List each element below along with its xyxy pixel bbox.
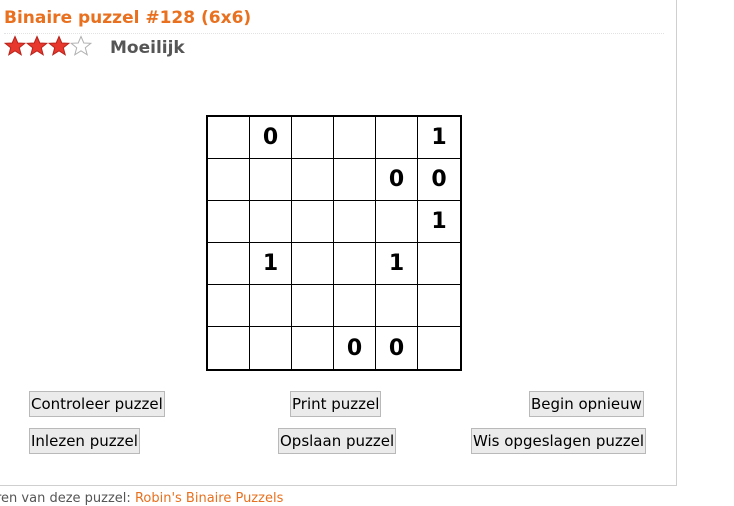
grid-cell[interactable] — [376, 285, 418, 327]
footer-text: ren van deze puzzel: — [0, 491, 135, 506]
grid-cell[interactable]: 1 — [418, 117, 460, 159]
grid-cell[interactable]: 0 — [376, 327, 418, 369]
grid-cell[interactable]: 0 — [418, 159, 460, 201]
grid-cell[interactable] — [292, 285, 334, 327]
save-puzzle-button[interactable]: Opslaan puzzel — [278, 428, 397, 454]
grid-cell[interactable] — [250, 159, 292, 201]
grid-cell[interactable]: 0 — [376, 159, 418, 201]
grid-cell[interactable] — [334, 243, 376, 285]
print-puzzle-button[interactable]: Print puzzel — [290, 391, 382, 417]
grid-cell[interactable] — [208, 117, 250, 159]
page-title: Binaire puzzel #128 (6x6) — [4, 8, 252, 28]
grid-cell[interactable] — [208, 243, 250, 285]
grid-cell[interactable] — [292, 117, 334, 159]
grid-cell[interactable] — [208, 201, 250, 243]
grid-cell[interactable]: 1 — [376, 243, 418, 285]
restart-puzzle-button[interactable]: Begin opnieuw — [529, 391, 644, 417]
grid-cell[interactable] — [418, 243, 460, 285]
grid-cell[interactable] — [292, 201, 334, 243]
difficulty-label: Moeilijk — [110, 38, 185, 58]
grid-cell[interactable] — [208, 159, 250, 201]
grid-cell[interactable] — [208, 327, 250, 369]
star-filled-icon — [26, 35, 48, 56]
grid-cell[interactable]: 1 — [418, 201, 460, 243]
grid-cell[interactable] — [208, 285, 250, 327]
check-puzzle-button[interactable]: Controleer puzzel — [29, 391, 165, 417]
puzzle-panel: Binaire puzzel #128 (6x6) Moeilijk 01001… — [0, 0, 677, 486]
grid-cell[interactable] — [334, 201, 376, 243]
star-filled-icon — [4, 35, 26, 56]
grid-cell[interactable] — [418, 327, 460, 369]
grid-cell[interactable] — [334, 285, 376, 327]
grid-cell[interactable] — [292, 327, 334, 369]
grid-cell[interactable] — [250, 201, 292, 243]
grid-cell[interactable] — [376, 201, 418, 243]
grid-cell[interactable] — [250, 327, 292, 369]
grid-cell[interactable]: 1 — [250, 243, 292, 285]
grid-cell[interactable] — [292, 159, 334, 201]
grid-cell[interactable]: 0 — [250, 117, 292, 159]
grid-cell[interactable] — [292, 243, 334, 285]
grid-cell[interactable]: 0 — [334, 327, 376, 369]
load-puzzle-button[interactable]: Inlezen puzzel — [29, 428, 140, 454]
star-filled-icon — [48, 35, 70, 56]
grid-cell[interactable] — [376, 117, 418, 159]
clear-saved-puzzle-button[interactable]: Wis opgeslagen puzzel — [471, 428, 647, 454]
grid-cell[interactable] — [418, 285, 460, 327]
footer-credit: ren van deze puzzel: Robin's Binaire Puz… — [0, 491, 283, 506]
difficulty-rating — [4, 34, 92, 58]
grid-cell[interactable] — [334, 159, 376, 201]
puzzle-grid: 010011100 — [206, 115, 462, 371]
star-empty-icon — [70, 35, 92, 56]
footer-link[interactable]: Robin's Binaire Puzzels — [135, 491, 283, 506]
grid-cell[interactable] — [334, 117, 376, 159]
title-divider — [4, 33, 664, 34]
grid-cell[interactable] — [250, 285, 292, 327]
